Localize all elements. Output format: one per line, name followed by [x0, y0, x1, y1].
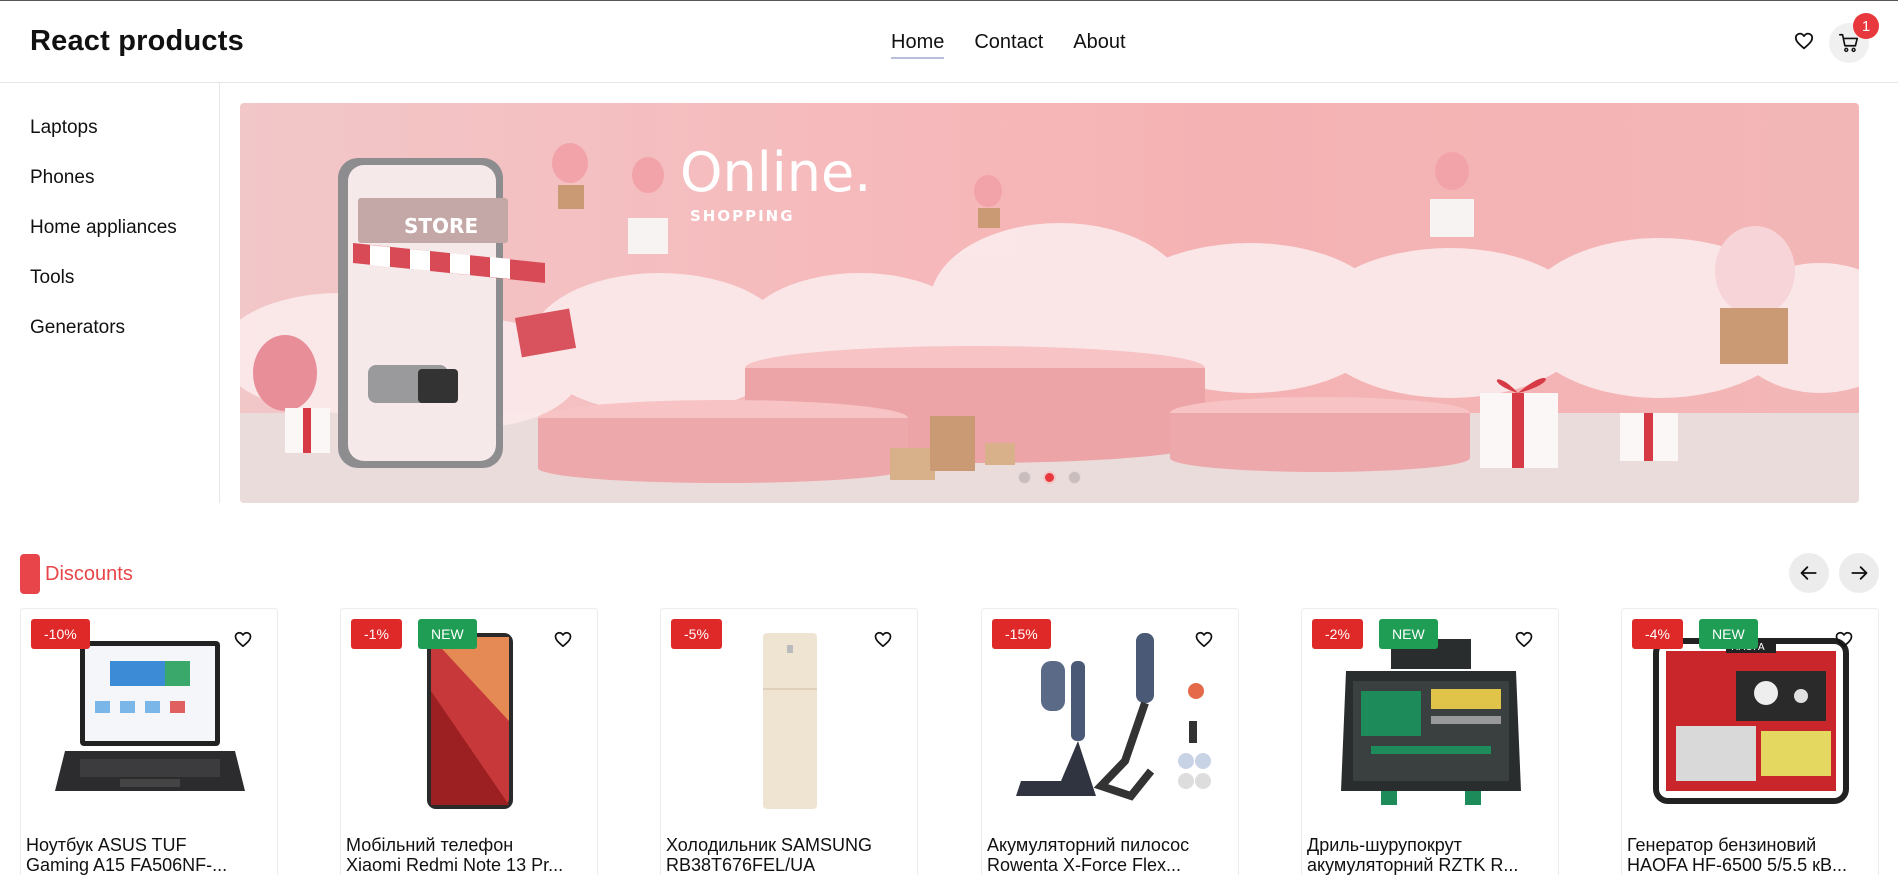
product-title[interactable]: Дриль-шурупокрут акумуляторний RZTK R... [1307, 835, 1557, 875]
nav-link-about[interactable]: About [1073, 31, 1125, 59]
discount-badge: -4% [1632, 619, 1683, 649]
product-title[interactable]: Ноутбук ASUS TUF Gaming A15 FA506NF-... [26, 835, 276, 875]
product-title[interactable]: Акумуляторний пилосос Rowenta X-Force Fl… [987, 835, 1237, 875]
product-card[interactable]: -2% NEW Дриль-шурупокрут акумуляторний R… [1301, 608, 1559, 875]
heart-icon [554, 631, 572, 647]
site-logo[interactable]: React products [30, 25, 244, 58]
wishlist-button[interactable] [1790, 27, 1818, 55]
add-to-wishlist-button[interactable] [231, 627, 255, 651]
product-title[interactable]: Мобільний телефон Xiaomi Redmi Note 13 P… [346, 835, 596, 875]
cart-count-badge: 1 [1853, 13, 1879, 39]
product-card[interactable]: -5% Холодильник SAMSUNG RB38T676FEL/UA [660, 608, 918, 875]
promo-banner-slider[interactable]: STORE Online. SHOPPING [240, 103, 1859, 503]
add-to-wishlist-button[interactable] [1832, 627, 1856, 651]
product-card[interactable]: -15% Акумуляторний пилосос Rowenta X-For… [981, 608, 1239, 875]
banner-subtitle: SHOPPING [690, 207, 795, 225]
heart-icon [1515, 631, 1533, 647]
product-image-generator[interactable]: HAOFA [1634, 621, 1868, 821]
add-to-wishlist-button[interactable] [871, 627, 895, 651]
add-to-wishlist-button[interactable] [1192, 627, 1216, 651]
product-image-fridge[interactable] [673, 621, 907, 821]
prev-button[interactable] [1789, 553, 1829, 593]
category-sidebar: Laptops Phones Home appliances Tools Gen… [0, 83, 220, 503]
slider-dot-2[interactable] [1043, 471, 1056, 484]
section-title: Discounts [45, 563, 133, 585]
heart-icon [1835, 631, 1853, 647]
main-nav: Home Contact About [891, 31, 1126, 59]
sidebar-item-phones[interactable]: Phones [30, 167, 94, 189]
discount-badge: -10% [31, 619, 90, 649]
new-badge: NEW [1699, 619, 1758, 649]
new-badge: NEW [418, 619, 477, 649]
slider-dots [1018, 471, 1081, 484]
sidebar-item-tools[interactable]: Tools [30, 267, 74, 289]
add-to-wishlist-button[interactable] [551, 627, 575, 651]
discount-badge: -15% [992, 619, 1051, 649]
product-image-phone[interactable] [353, 621, 587, 821]
product-title[interactable]: Генератор бензиновий HAOFA HF-6500 5/5.5… [1627, 835, 1877, 875]
sidebar-item-laptops[interactable]: Laptops [30, 117, 98, 139]
product-card[interactable]: HAOFA -4% NEW Генератор бензиновий HAOFA… [1621, 608, 1879, 875]
discount-badge: -2% [1312, 619, 1363, 649]
product-image-drill-kit[interactable] [1314, 621, 1548, 821]
heart-icon [1794, 32, 1814, 50]
banner-illustration: STORE [240, 143, 1859, 503]
arrow-right-icon [1851, 566, 1868, 580]
slider-dot-3[interactable] [1068, 471, 1081, 484]
discount-badge: -5% [671, 619, 722, 649]
banner-title: Online. [680, 141, 872, 204]
new-badge: NEW [1379, 619, 1438, 649]
product-card[interactable]: -10% Ноутбук ASUS TUF Gaming A15 FA506NF… [20, 608, 278, 875]
add-to-wishlist-button[interactable] [1512, 627, 1536, 651]
arrow-left-icon [1800, 566, 1817, 580]
next-button[interactable] [1839, 553, 1879, 593]
nav-link-home[interactable]: Home [891, 31, 945, 59]
discount-badge: -1% [351, 619, 402, 649]
product-image-laptop[interactable] [33, 621, 267, 821]
product-image-vacuum[interactable] [994, 621, 1228, 821]
heart-icon [874, 631, 892, 647]
heart-icon [234, 631, 252, 647]
slider-dot-1[interactable] [1018, 471, 1031, 484]
nav-link-contact[interactable]: Contact [974, 31, 1043, 59]
sidebar-item-generators[interactable]: Generators [30, 317, 125, 339]
product-card[interactable]: -1% NEW Мобільний телефон Xiaomi Redmi N… [340, 608, 598, 875]
heart-icon [1195, 631, 1213, 647]
section-marker [20, 554, 40, 594]
header: React products Home Contact About 1 [0, 1, 1898, 83]
sidebar-item-home-appliances[interactable]: Home appliances [30, 217, 177, 239]
svg-text:STORE: STORE [404, 214, 478, 238]
product-title[interactable]: Холодильник SAMSUNG RB38T676FEL/UA [666, 835, 916, 875]
